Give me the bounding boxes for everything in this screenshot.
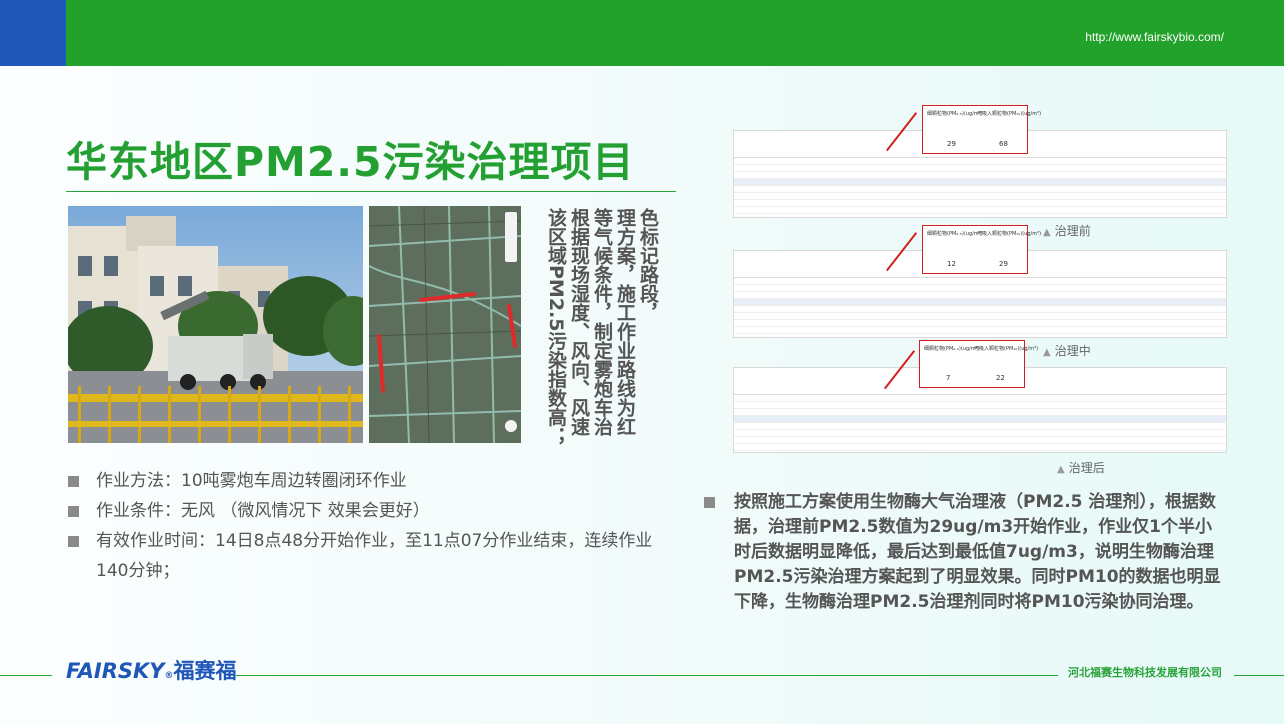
footer-line-right [1234,675,1284,676]
caption-after: ▲ 治理后 [1057,461,1105,475]
vertical-text-col-1: 色标记路段， [637,208,659,322]
pm-highlight-during: 细颗粒物(PM₂.₅)(ug/m³) 可吸入颗粒物(PM₁₀)(ug/m³) 1… [922,225,1041,274]
vertical-text-col-4: 根据现场湿度、风向、风速 [568,208,590,436]
caption-before: ▲ 治理前 [1043,224,1091,238]
triangle-icon: ▲ [1043,347,1051,358]
company-name: 河北福赛生物科技发展有限公司 [1068,666,1222,679]
table-row [734,401,1226,409]
work-details-list: 作业方法：10吨雾炮车周边转圈闭环作业 作业条件：无风 （微风情况下 效果会更好… [66,466,666,586]
page-title: 华东地区PM2.5污染治理项目 [66,138,635,186]
table-row [734,319,1226,327]
table-row [734,305,1226,313]
table-row [734,326,1226,334]
list-item: 有效作业时间：14日8点48分开始作业，至11点07分作业结束，连续作业140分… [66,526,666,586]
table-row [734,284,1226,292]
list-item: 作业条件：无风 （微风情况下 效果会更好） [66,496,666,526]
table-row [734,157,1226,165]
title-divider [66,191,676,192]
website-url[interactable]: http://www.fairskybio.com/ [1085,30,1224,44]
table-row [734,185,1226,193]
table-row [734,164,1226,172]
table-row [734,312,1226,320]
caption-during: ▲ 治理中 [1043,344,1091,358]
table-row [734,298,1226,306]
bullet-square-icon [68,476,79,487]
table-row [734,422,1226,430]
vertical-text-col-2: 理方案，施工作业路线为红 [614,208,636,436]
table-row [734,429,1226,437]
header-bar: http://www.fairskybio.com/ [0,0,1284,66]
table-row [734,408,1226,416]
table-row [734,192,1226,200]
footer-line-left [0,675,52,676]
table-row [734,277,1226,285]
bullet-square-icon [704,497,715,508]
table-row [734,291,1226,299]
route-map [369,206,521,443]
fog-cannon-truck-photo [68,206,363,443]
table-row [734,178,1226,186]
pm-highlight-after: 细颗粒物(PM₂.₅)(ug/m³) 可吸入颗粒物(PM₁₀)(ug/m³) 7… [919,340,1038,388]
list-item: 作业方法：10吨雾炮车周边转圈闭环作业 [66,466,666,496]
slide: http://www.fairskybio.com/ 华东地区PM2.5污染治理… [0,0,1284,724]
bullet-square-icon [68,536,79,547]
table-row [734,415,1226,423]
conclusion-paragraph: 按照施工方案使用生物酶大气治理液（PM2.5 治理剂），根据数据，治理前PM2.… [704,490,1224,615]
table-row [734,206,1226,214]
fairsky-logo: FAIRSKY®福赛福 [66,659,237,683]
triangle-icon: ▲ [1057,464,1065,475]
triangle-icon: ▲ [1043,227,1051,238]
table-row [734,394,1226,402]
footer-line-center [236,675,1058,676]
table-row [734,443,1226,451]
table-row [734,199,1226,207]
table-row [734,436,1226,444]
pm-highlight-before: 细颗粒物(PM₂.₅)(ug/m³) 可吸入颗粒物(PM₁₀)(ug/m³) 2… [922,105,1041,154]
vertical-text-col-3: 等气候条件，制定雾炮车治 [591,208,613,436]
table-row [734,171,1226,179]
bullet-square-icon [68,506,79,517]
vertical-text-col-5: 该区域PM2.5污染指数高； [545,208,567,446]
header-blue-block [0,0,66,66]
